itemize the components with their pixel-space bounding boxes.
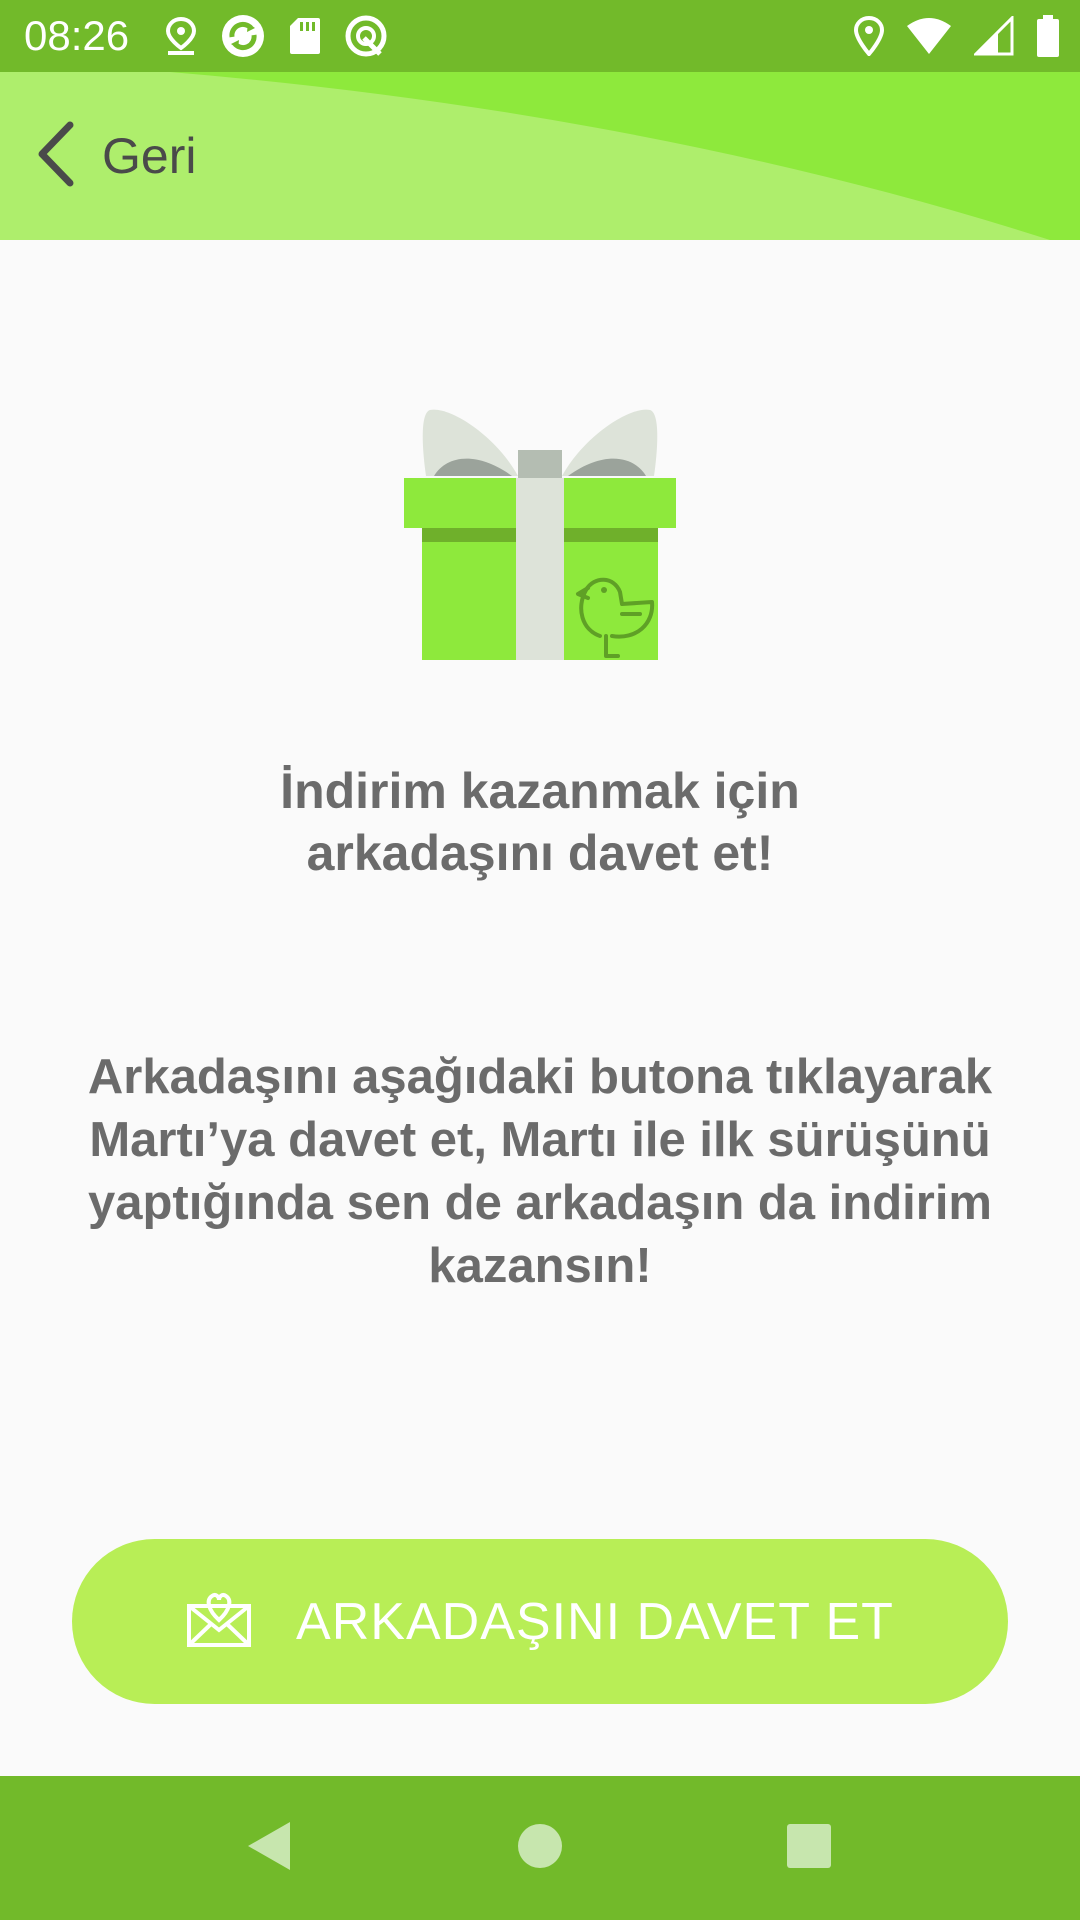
location-icon: [854, 16, 884, 56]
chevron-left-icon: [34, 121, 78, 192]
back-label: Geri: [102, 128, 197, 184]
navigation-bar: [0, 1776, 1080, 1920]
battery-icon: [1036, 15, 1060, 57]
nav-back-button[interactable]: [218, 1798, 318, 1898]
header: Geri: [0, 72, 1080, 240]
status-icons-right: [854, 12, 1060, 60]
sd-card-icon: [288, 16, 322, 56]
back-triangle-icon: [244, 1820, 292, 1877]
cell-signal-icon: [974, 16, 1014, 56]
status-icons-left: [164, 12, 388, 60]
data-saver-icon: [344, 14, 388, 58]
invite-button-label: ARKADAŞINI DAVET ET: [296, 1592, 894, 1651]
recents-square-icon: [786, 1823, 832, 1874]
description-text: Arkadaşını aşağıdaki butona tıklayarak M…: [87, 1050, 993, 1293]
sync-icon: [220, 13, 266, 59]
status-time: 08:26: [24, 12, 130, 59]
home-circle-icon: [517, 1823, 563, 1874]
wifi-icon: [906, 17, 952, 55]
nav-home-button[interactable]: [490, 1798, 590, 1898]
nav-recents-button[interactable]: [759, 1798, 859, 1898]
gift-box-icon: [404, 409, 676, 660]
status-bar: 08:26: [0, 0, 1080, 72]
envelope-heart-icon: [186, 1590, 252, 1653]
location-pin-icon: [164, 16, 198, 56]
invite-friend-button[interactable]: ARKADAŞINI DAVET ET: [72, 1539, 1008, 1704]
back-button[interactable]: Geri: [34, 118, 196, 194]
page-title: İndirim kazanmak için arkadaşını davet e…: [280, 763, 800, 881]
